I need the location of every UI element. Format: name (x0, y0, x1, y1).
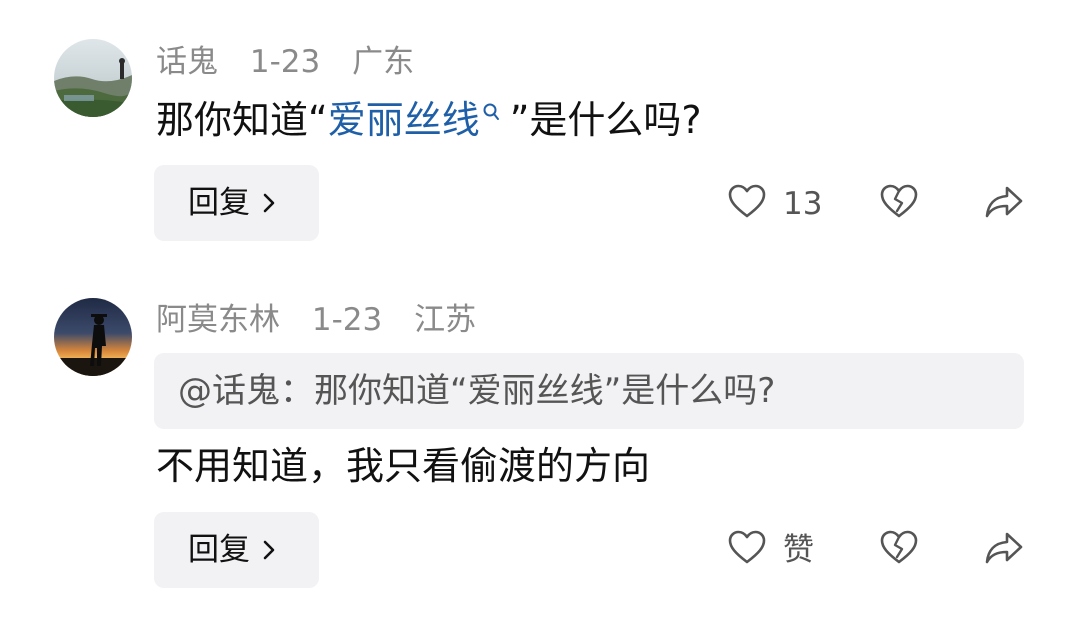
comment-meta: 话鬼 1-23 广东 (156, 42, 436, 82)
comment-text-before-link: 那你知道“ (156, 98, 328, 142)
search-icon[interactable] (482, 102, 500, 124)
like-button[interactable]: 赞 (727, 528, 827, 572)
quoted-comment[interactable]: @话鬼：那你知道“爱丽丝线”是什么吗? (154, 353, 1024, 429)
avatar[interactable] (54, 298, 132, 376)
share-icon (985, 532, 1023, 564)
quoted-comment-text: @话鬼：那你知道“爱丽丝线”是什么吗? (178, 371, 776, 411)
heart-icon (728, 530, 766, 564)
like-button[interactable]: 13 (727, 182, 827, 226)
comment-item: 阿莫东林 1-23 江苏 @话鬼：那你知道“爱丽丝线”是什么吗? 不用知道，我只… (0, 280, 1080, 610)
broken-heart-icon (880, 184, 918, 218)
comment-item: 话鬼 1-23 广东 那你知道“爱丽丝线 ”是什么吗? 回复 13 (0, 0, 1080, 260)
chevron-right-icon (263, 193, 275, 213)
dislike-button[interactable] (879, 182, 919, 226)
comment-location: 江苏 (414, 302, 477, 338)
reply-button-label: 回复 (188, 532, 250, 568)
like-label: 赞 (783, 532, 814, 568)
avatar-image (54, 298, 132, 376)
comment-date: 1-23 (311, 302, 383, 338)
comment-text-after-link: ”是什么吗? (509, 98, 702, 142)
avatar[interactable] (54, 39, 132, 117)
share-button[interactable] (983, 182, 1025, 226)
comment-location: 广东 (352, 44, 415, 80)
comment-meta: 阿莫东林 1-23 江苏 (156, 300, 498, 340)
username[interactable]: 阿莫东林 (156, 302, 280, 338)
comment-text: 不用知道，我只看偷渡的方向 (156, 444, 651, 488)
chevron-right-icon (263, 540, 275, 560)
reply-button[interactable]: 回复 (154, 512, 319, 588)
share-button[interactable] (983, 528, 1025, 572)
heart-icon (728, 184, 766, 218)
reply-button[interactable]: 回复 (154, 165, 319, 241)
dislike-button[interactable] (879, 528, 919, 572)
search-link[interactable]: 爱丽丝线 (328, 98, 480, 142)
username[interactable]: 话鬼 (156, 44, 218, 80)
broken-heart-icon (880, 530, 918, 564)
share-icon (985, 186, 1023, 218)
comment-date: 1-23 (249, 44, 321, 80)
avatar-image (54, 39, 132, 117)
reply-button-label: 回复 (188, 185, 250, 221)
like-count: 13 (783, 186, 823, 222)
comment-text: 那你知道“爱丽丝线 ”是什么吗? (156, 96, 702, 144)
